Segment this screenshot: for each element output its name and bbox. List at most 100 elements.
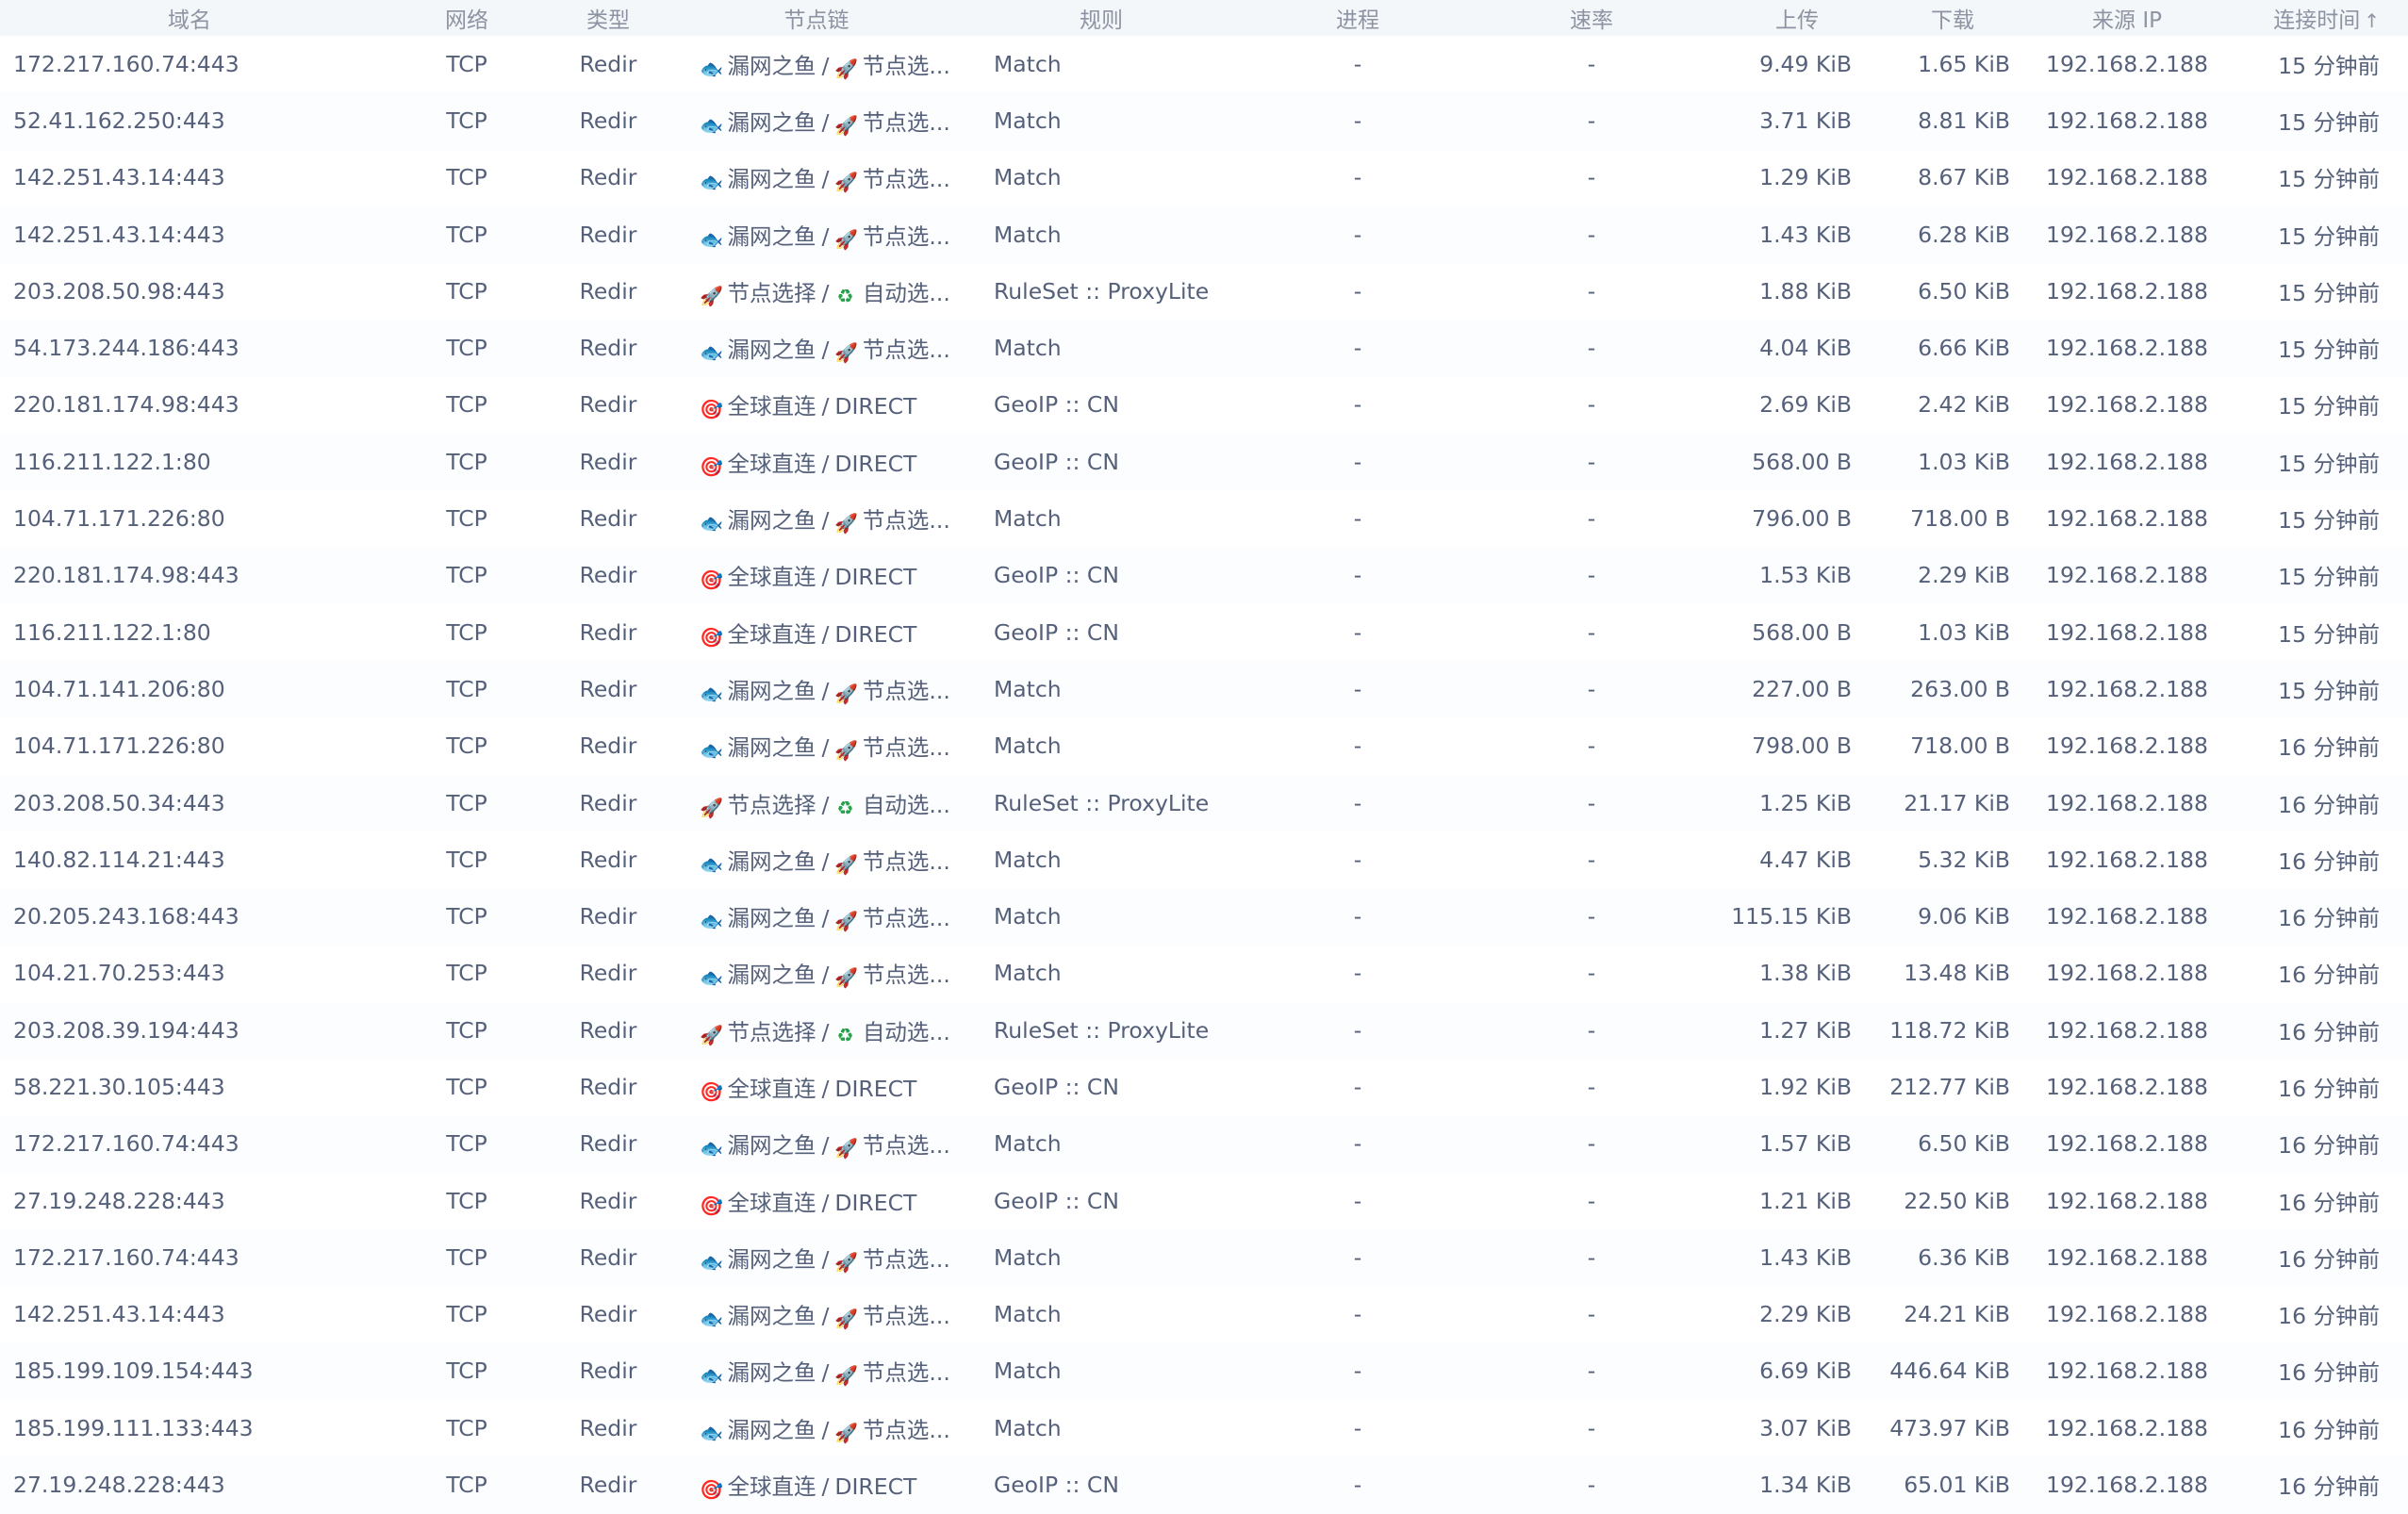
rocket-icon: 🚀 [700,1023,723,1046]
column-header-chain[interactable]: 节点链 [662,2,971,34]
rocket-icon: 🚀 [834,682,859,705]
column-header-download[interactable]: 下载 [1872,2,2033,34]
cell-chain: 🎯 全球直连 / DIRECT [662,1185,971,1217]
table-row[interactable]: 203.208.50.34:443 TCP Redir 🚀 节点选择 / ♻ 自动选...… [0,774,2408,832]
chain-node-label: 节点选... [862,905,950,932]
cell-network: TCP [446,846,487,873]
table-row[interactable]: 104.71.171.226:80 TCP Redir 🐟 漏网之鱼 / 🚀 节点选...… [0,490,2408,547]
table-row[interactable]: 142.251.43.14:443 TCP Redir 🐟 漏网之鱼 / 🚀 节点选...… [0,206,2408,264]
cell-download: 1.65 KiB [1918,50,2010,77]
cell-download: 718.00 B [1910,505,2010,533]
column-header-source-ip[interactable]: 来源 IP [2033,2,2221,34]
table-row[interactable]: 52.41.162.250:443 TCP Redir 🐟 漏网之鱼 / 🚀 节点选...… [0,92,2408,150]
column-header-process[interactable]: 进程 [1254,2,1461,34]
cell-host: 203.208.50.98:443 [13,277,225,304]
cell-type: Redir [579,50,637,77]
cell-upload: 1.57 KiB [1759,1130,1852,1158]
cell-connected-time: 16 分钟前 [2278,1416,2380,1443]
cell-host: 142.251.43.14:443 [13,221,225,248]
cell-host: 203.208.50.34:443 [13,789,225,816]
cell-connected-time: 15 分钟前 [2278,108,2380,136]
cell-speed: - [1587,1414,1596,1441]
cell-source-ip: 192.168.2.188 [2046,1073,2208,1100]
table-row[interactable]: 220.181.174.98:443 TCP Redir 🎯 全球直连 / DIRECT G… [0,377,2408,434]
target-icon: 🎯 [700,454,723,478]
cell-connected-time: 16 分钟前 [2278,1075,2380,1102]
table-row[interactable]: 54.173.244.186:443 TCP Redir 🐟 漏网之鱼 / 🚀 节点选..… [0,320,2408,377]
table-row[interactable]: 104.71.171.226:80 TCP Redir 🐟 漏网之鱼 / 🚀 节点选...… [0,718,2408,775]
table-row[interactable]: 58.221.30.105:443 TCP Redir 🎯 全球直连 / DIRECT Ge… [0,1059,2408,1115]
fish-icon: 🐟 [700,966,723,990]
cell-host: 27.19.248.228:443 [13,1472,225,1499]
chain-separator: / [821,962,830,989]
cell-source-ip: 192.168.2.188 [2046,1016,2208,1044]
column-header-host[interactable]: 域名 [0,2,379,34]
cell-chain: 🐟 漏网之鱼 / 🚀 节点选... [662,1127,971,1160]
table-row[interactable]: 172.217.160.74:443 TCP Redir 🐟 漏网之鱼 / 🚀 节点选..… [0,1229,2408,1287]
cell-type: Redir [579,618,637,646]
cell-connected-time: 16 分钟前 [2278,1245,2380,1273]
cell-host: 142.251.43.14:443 [13,1301,225,1328]
cell-process: - [1353,221,1362,248]
table-row[interactable]: 116.211.122.1:80 TCP Redir 🎯 全球直连 / DIRECT Geo… [0,604,2408,661]
cell-network: TCP [446,1301,487,1328]
cell-chain: 🐟 漏网之鱼 / 🚀 节点选... [662,1412,971,1444]
table-row[interactable]: 185.199.111.133:443 TCP Redir 🐟 漏网之鱼 / 🚀 节点选.… [0,1400,2408,1456]
column-header-connected-label: 连接时间 [2273,8,2361,33]
column-header-speed[interactable]: 速率 [1461,2,1722,34]
chain-separator: / [821,1359,830,1387]
rocket-icon: 🚀 [834,341,859,365]
table-row[interactable]: 172.217.160.74:443 TCP Redir 🐟 漏网之鱼 / 🚀 节点选..… [0,1115,2408,1173]
cell-network: TCP [446,1187,487,1214]
column-header-connected[interactable]: 连接时间 ↑ [2221,2,2408,34]
table-row[interactable]: 104.71.141.206:80 TCP Redir 🐟 漏网之鱼 / 🚀 节点选...… [0,661,2408,718]
cell-download: 446.64 KiB [1889,1358,2010,1385]
cell-download: 1.03 KiB [1918,448,2010,475]
column-header-upload[interactable]: 上传 [1722,2,1872,34]
column-header-type[interactable]: 类型 [554,2,662,34]
cell-host: 58.221.30.105:443 [13,1073,225,1100]
rocket-icon: 🚀 [834,1421,859,1444]
chain-node-label: 漏网之鱼 [727,337,816,364]
table-row[interactable]: 27.19.248.228:443 TCP Redir 🎯 全球直连 / DIRECT Ge… [0,1173,2408,1229]
cell-connected-time: 16 分钟前 [2278,848,2380,875]
cell-source-ip: 192.168.2.188 [2046,562,2208,589]
table-row[interactable]: 172.217.160.74:443 TCP Redir 🐟 漏网之鱼 / 🚀 节点选..… [0,36,2408,92]
table-row[interactable]: 27.19.248.228:443 TCP Redir 🎯 全球直连 / DIRECT Ge… [0,1456,2408,1514]
column-header-network[interactable]: 网络 [379,2,554,34]
table-row[interactable]: 20.205.243.168:443 TCP Redir 🐟 漏网之鱼 / 🚀 节点选..… [0,888,2408,946]
chain-node-label: 漏网之鱼 [727,734,816,762]
cell-rule: Match [994,505,1062,533]
cell-network: TCP [446,448,487,475]
cell-speed: - [1587,903,1596,930]
cell-network: TCP [446,675,487,702]
chain-node-label: 全球直连 [727,1189,816,1216]
table-row[interactable]: 220.181.174.98:443 TCP Redir 🎯 全球直连 / DIRECT G… [0,547,2408,604]
table-row[interactable]: 104.21.70.253:443 TCP Redir 🐟 漏网之鱼 / 🚀 节点选...… [0,946,2408,1002]
table-row[interactable]: 142.251.43.14:443 TCP Redir 🐟 漏网之鱼 / 🚀 节点选...… [0,150,2408,206]
cell-host: 172.217.160.74:443 [13,1130,239,1158]
cell-upload: 1.21 KiB [1759,1187,1852,1214]
cell-upload: 1.27 KiB [1759,1016,1852,1044]
table-row[interactable]: 185.199.109.154:443 TCP Redir 🐟 漏网之鱼 / 🚀 节点选.… [0,1342,2408,1401]
cell-network: TCP [446,277,487,304]
cell-upload: 4.04 KiB [1759,335,1852,362]
cell-network: TCP [446,505,487,533]
table-row[interactable]: 203.208.50.98:443 TCP Redir 🚀 节点选择 / ♻ 自动选...… [0,263,2408,320]
column-header-rule[interactable]: 规则 [971,2,1254,34]
chain-node-label: 节点选... [862,337,950,364]
cell-upload: 1.29 KiB [1759,164,1852,191]
cell-connected-time: 15 分钟前 [2278,564,2380,591]
table-body: 172.217.160.74:443 TCP Redir 🐟 漏网之鱼 / 🚀 节点选..… [0,36,2408,1514]
table-row[interactable]: 203.208.39.194:443 TCP Redir 🚀 节点选择 / ♻ 自动选..… [0,1002,2408,1060]
cell-type: Redir [579,1016,637,1044]
cell-connected-time: 16 分钟前 [2278,734,2380,762]
chain-separator: / [821,620,830,648]
chain-node-label: DIRECT [834,620,917,648]
cell-upload: 798.00 B [1752,732,1852,760]
table-row[interactable]: 140.82.114.21:443 TCP Redir 🐟 漏网之鱼 / 🚀 节点选...… [0,831,2408,888]
fish-icon: 🐟 [700,852,723,876]
table-row[interactable]: 142.251.43.14:443 TCP Redir 🐟 漏网之鱼 / 🚀 节点选...… [0,1287,2408,1343]
cell-process: - [1353,562,1362,589]
table-row[interactable]: 116.211.122.1:80 TCP Redir 🎯 全球直连 / DIRECT Geo… [0,434,2408,491]
